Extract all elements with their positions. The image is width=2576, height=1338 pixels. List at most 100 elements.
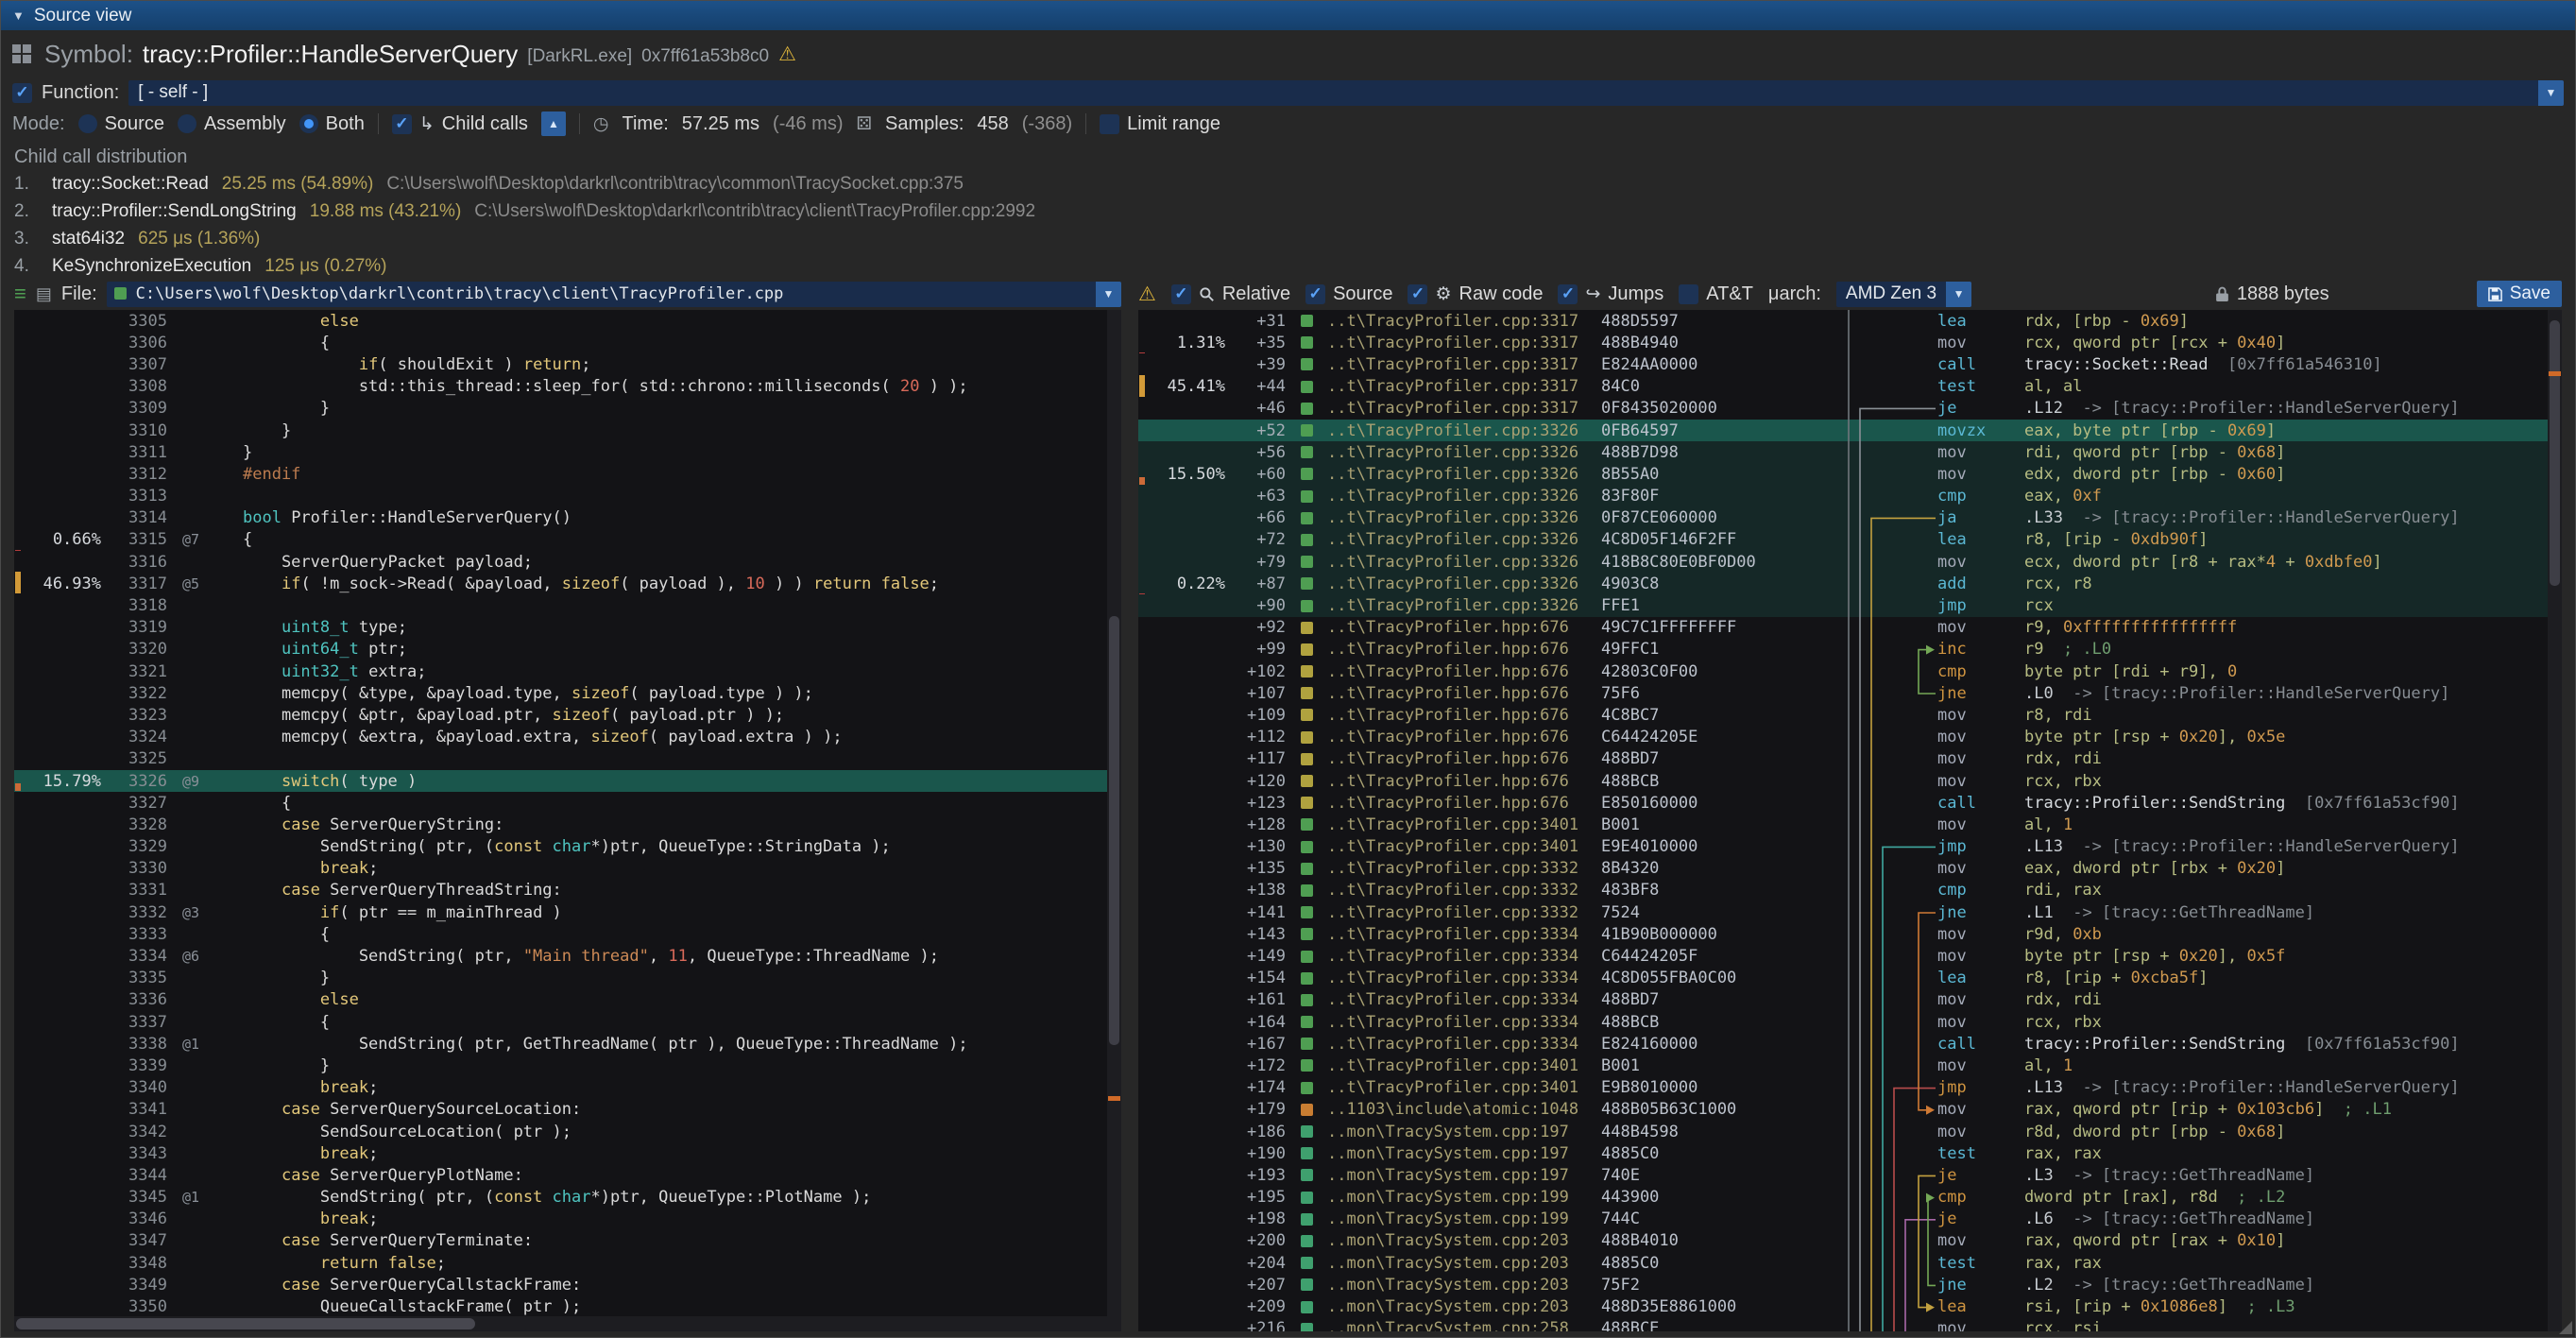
line-number[interactable]: 3343 [101, 1144, 167, 1163]
source-location[interactable]: ..t\TracyProfiler.hpp:676 [1327, 728, 1601, 746]
source-line[interactable]: 15.79% 3326 @9 switch( type ) [14, 770, 1121, 792]
line-number[interactable]: 3339 [101, 1056, 167, 1075]
line-number[interactable]: 3318 [101, 596, 167, 615]
asm-row[interactable]: +128 ..t\TracyProfiler.cpp:3401 B001 mov… [1138, 814, 2562, 835]
source-location[interactable]: ..t\TracyProfiler.cpp:3317 [1327, 355, 1601, 374]
jumps-toggle[interactable]: ↪ Jumps [1558, 283, 1663, 305]
line-number[interactable]: 3311 [101, 443, 167, 462]
asm-row[interactable]: +107 ..t\TracyProfiler.hpp:676 75F6 jne … [1138, 682, 2562, 704]
function-combo[interactable]: [ - self - ] ▼ [128, 80, 2564, 106]
source-line[interactable]: 3328 case ServerQueryString: [14, 814, 1121, 835]
source-location[interactable]: ..t\TracyProfiler.cpp:3317 [1327, 399, 1601, 418]
source-location[interactable]: ..t\TracyProfiler.cpp:3317 [1327, 334, 1601, 352]
asm-row[interactable]: +31 ..t\TracyProfiler.cpp:3317 488D5597 … [1138, 310, 2562, 332]
line-number[interactable]: 3347 [101, 1231, 167, 1250]
asm-row[interactable]: +195 ..mon\TracySystem.cpp:199 443900 cm… [1138, 1187, 2562, 1209]
source-location[interactable]: ..t\TracyProfiler.hpp:676 [1327, 640, 1601, 659]
source-location[interactable]: ..mon\TracySystem.cpp:203 [1327, 1276, 1601, 1295]
line-number[interactable]: 3327 [101, 794, 167, 813]
source-line[interactable]: 3322 memcpy( &type, &payload.type, sizeo… [14, 682, 1121, 704]
asm-row[interactable]: +63 ..t\TracyProfiler.cpp:3326 83F80F cm… [1138, 486, 2562, 507]
asm-row[interactable]: +186 ..mon\TracySystem.cpp:197 448B4598 … [1138, 1121, 2562, 1142]
asm-row[interactable]: +123 ..t\TracyProfiler.hpp:676 E85016000… [1138, 792, 2562, 814]
source-line[interactable]: 3346 break; [14, 1209, 1121, 1230]
asm-row[interactable]: +141 ..t\TracyProfiler.cpp:3332 7524 jne… [1138, 901, 2562, 923]
source-location[interactable]: ..t\TracyProfiler.cpp:3326 [1327, 443, 1601, 462]
source-line[interactable]: 3340 break; [14, 1077, 1121, 1099]
line-number[interactable]: 3324 [101, 728, 167, 746]
collapse-triangle-icon[interactable]: ▼ [12, 9, 25, 23]
asm-row[interactable]: +207 ..mon\TracySystem.cpp:203 75F2 jne … [1138, 1274, 2562, 1295]
line-number[interactable]: 3349 [101, 1276, 167, 1295]
asm-row[interactable]: +72 ..t\TracyProfiler.cpp:3326 4C8D05F14… [1138, 529, 2562, 551]
asm-row[interactable]: +179 ..1103\include\atomic:1048 488B05B6… [1138, 1099, 2562, 1121]
asm-row[interactable]: +154 ..t\TracyProfiler.cpp:3334 4C8D055F… [1138, 968, 2562, 989]
source-toggle[interactable]: Source [1305, 283, 1392, 305]
source-location[interactable]: ..t\TracyProfiler.hpp:676 [1327, 684, 1601, 703]
source-location[interactable]: ..t\TracyProfiler.cpp:3332 [1327, 903, 1601, 922]
line-number[interactable]: 3307 [101, 355, 167, 374]
source-line[interactable]: 3331 case ServerQueryThreadString: [14, 880, 1121, 901]
source-line[interactable]: 3347 case ServerQueryTerminate: [14, 1230, 1121, 1252]
chevron-down-icon[interactable]: ▼ [1946, 282, 1971, 307]
line-number[interactable]: 3337 [101, 1013, 167, 1032]
source-line[interactable]: 3338 @1 SendString( ptr, GetThreadName( … [14, 1033, 1121, 1055]
asm-row[interactable]: +200 ..mon\TracySystem.cpp:203 488B4010 … [1138, 1230, 2562, 1252]
line-number[interactable]: 3321 [101, 662, 167, 681]
source-line[interactable]: 3307 if( shouldExit ) return; [14, 353, 1121, 375]
source-line[interactable]: 3310 } [14, 420, 1121, 441]
source-location[interactable]: ..t\TracyProfiler.cpp:3332 [1327, 859, 1601, 878]
source-location[interactable]: ..t\TracyProfiler.cpp:3334 [1327, 1013, 1601, 1032]
file-combo[interactable]: C:\Users\wolf\Desktop\darkrl\contrib\tra… [107, 282, 1121, 307]
asm-row[interactable]: +161 ..t\TracyProfiler.cpp:3334 488BD7 m… [1138, 989, 2562, 1011]
line-number[interactable]: 3310 [101, 421, 167, 440]
asm-row[interactable]: +109 ..t\TracyProfiler.hpp:676 4C8BC7 mo… [1138, 704, 2562, 726]
line-number[interactable]: 3316 [101, 553, 167, 572]
asm-row[interactable]: +138 ..t\TracyProfiler.cpp:3332 483BF8 c… [1138, 880, 2562, 901]
child-calls-checkbox[interactable] [392, 114, 412, 134]
source-location[interactable]: ..t\TracyProfiler.hpp:676 [1327, 794, 1601, 813]
asm-row[interactable]: +204 ..mon\TracySystem.cpp:203 4885C0 te… [1138, 1252, 2562, 1274]
source-location[interactable]: ..t\TracyProfiler.cpp:3326 [1327, 487, 1601, 506]
line-number[interactable]: 3342 [101, 1123, 167, 1141]
source-line[interactable]: 3329 SendString( ptr, (const char*)ptr, … [14, 836, 1121, 858]
source-location[interactable]: ..t\TracyProfiler.cpp:3401 [1327, 1056, 1601, 1075]
relative-checkbox[interactable] [1171, 284, 1191, 304]
asm-row[interactable]: +164 ..t\TracyProfiler.cpp:3334 488BCB m… [1138, 1011, 2562, 1033]
scrollbar-thumb[interactable] [1109, 616, 1119, 1045]
source-location[interactable]: ..mon\TracySystem.cpp:258 [1327, 1319, 1601, 1331]
source-location[interactable]: ..t\TracyProfiler.cpp:3326 [1327, 465, 1601, 484]
source-line[interactable]: 3334 @6 SendString( ptr, "Main thread", … [14, 945, 1121, 967]
assembly-vertical-scrollbar[interactable] [2548, 310, 2562, 1331]
asm-row[interactable]: +92 ..t\TracyProfiler.hpp:676 49C7C1FFFF… [1138, 617, 2562, 639]
asm-row[interactable]: +90 ..t\TracyProfiler.cpp:3326 FFE1 jmp … [1138, 594, 2562, 616]
source-location[interactable]: ..mon\TracySystem.cpp:203 [1327, 1297, 1601, 1316]
line-number[interactable]: 3328 [101, 815, 167, 834]
limit-range-checkbox[interactable] [1100, 114, 1119, 134]
source-line[interactable]: 3344 case ServerQueryPlotName: [14, 1164, 1121, 1186]
source-line[interactable]: 3311 } [14, 441, 1121, 463]
line-number[interactable]: 3315 [101, 530, 167, 549]
jumps-checkbox[interactable] [1558, 284, 1578, 304]
line-number[interactable]: 3322 [101, 684, 167, 703]
source-location[interactable]: ..t\TracyProfiler.cpp:3317 [1327, 377, 1601, 396]
resize-grip[interactable] [2559, 1321, 2572, 1334]
source-location[interactable]: ..t\TracyProfiler.cpp:3334 [1327, 947, 1601, 966]
source-location[interactable]: ..mon\TracySystem.cpp:197 [1327, 1144, 1601, 1163]
asm-row[interactable]: +79 ..t\TracyProfiler.cpp:3326 418B8C80E… [1138, 551, 2562, 573]
source-line[interactable]: 3323 memcpy( &ptr, &payload.ptr, sizeof(… [14, 704, 1121, 726]
source-line[interactable]: 3313 [14, 486, 1121, 507]
source-line[interactable]: 3339 } [14, 1055, 1121, 1076]
source-location[interactable]: ..t\TracyProfiler.cpp:3326 [1327, 508, 1601, 527]
line-number[interactable]: 3317 [101, 575, 167, 593]
line-number[interactable]: 3314 [101, 508, 167, 527]
source-location[interactable]: ..t\TracyProfiler.cpp:3401 [1327, 815, 1601, 834]
source-line[interactable]: 3306 { [14, 332, 1121, 353]
source-line[interactable]: 3342 SendSourceLocation( ptr ); [14, 1121, 1121, 1142]
source-line[interactable]: 3318 [14, 594, 1121, 616]
line-number[interactable]: 3344 [101, 1166, 167, 1185]
asm-row[interactable]: +209 ..mon\TracySystem.cpp:203 488D35E88… [1138, 1295, 2562, 1317]
child-calls-toggle[interactable]: ↳ Child calls [392, 113, 528, 135]
line-number[interactable]: 3329 [101, 837, 167, 856]
source-location[interactable]: ..mon\TracySystem.cpp:197 [1327, 1166, 1601, 1185]
